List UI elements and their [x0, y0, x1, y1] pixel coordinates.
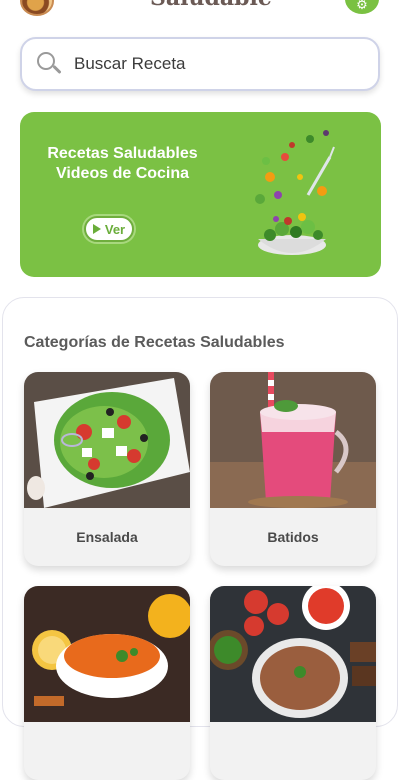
banner-title-line2: Videos de Cocina: [55, 165, 190, 182]
category-label: [210, 722, 376, 780]
category-card-batidos[interactable]: Batidos: [210, 372, 376, 566]
salad-bowl-illustration: [255, 130, 335, 255]
category-card-ensalada[interactable]: Ensalada: [24, 372, 190, 566]
search-icon: [36, 51, 62, 77]
salad-image: [24, 372, 190, 508]
banner-title: Recetas Saludables Videos de Cocina: [30, 144, 215, 184]
top-bar: Saludable ⚙: [0, 0, 400, 20]
grains-image: [210, 586, 376, 722]
food-avatar-icon[interactable]: [20, 0, 54, 16]
app-logo: Saludable: [150, 0, 272, 10]
smoothie-image: [210, 372, 376, 508]
gear-icon: ⚙: [356, 0, 368, 13]
watch-button[interactable]: Ver: [84, 216, 134, 242]
category-label: [24, 722, 190, 780]
play-icon: [92, 224, 101, 234]
watch-button-label: Ver: [104, 221, 126, 237]
category-label: Ensalada: [76, 529, 138, 545]
category-card-sopa[interactable]: [24, 586, 190, 780]
video-banner[interactable]: Recetas Saludables Videos de Cocina Ver: [20, 112, 381, 277]
banner-title-line1: Recetas Saludables: [47, 145, 198, 162]
search-bar[interactable]: Buscar Receta: [20, 37, 380, 91]
category-label: Batidos: [267, 529, 319, 545]
settings-button[interactable]: ⚙: [345, 0, 379, 14]
search-input[interactable]: Buscar Receta: [74, 54, 186, 74]
soup-image: [24, 586, 190, 722]
category-card-granos[interactable]: [210, 586, 376, 780]
categories-title: Categorías de Recetas Saludables: [24, 334, 285, 351]
